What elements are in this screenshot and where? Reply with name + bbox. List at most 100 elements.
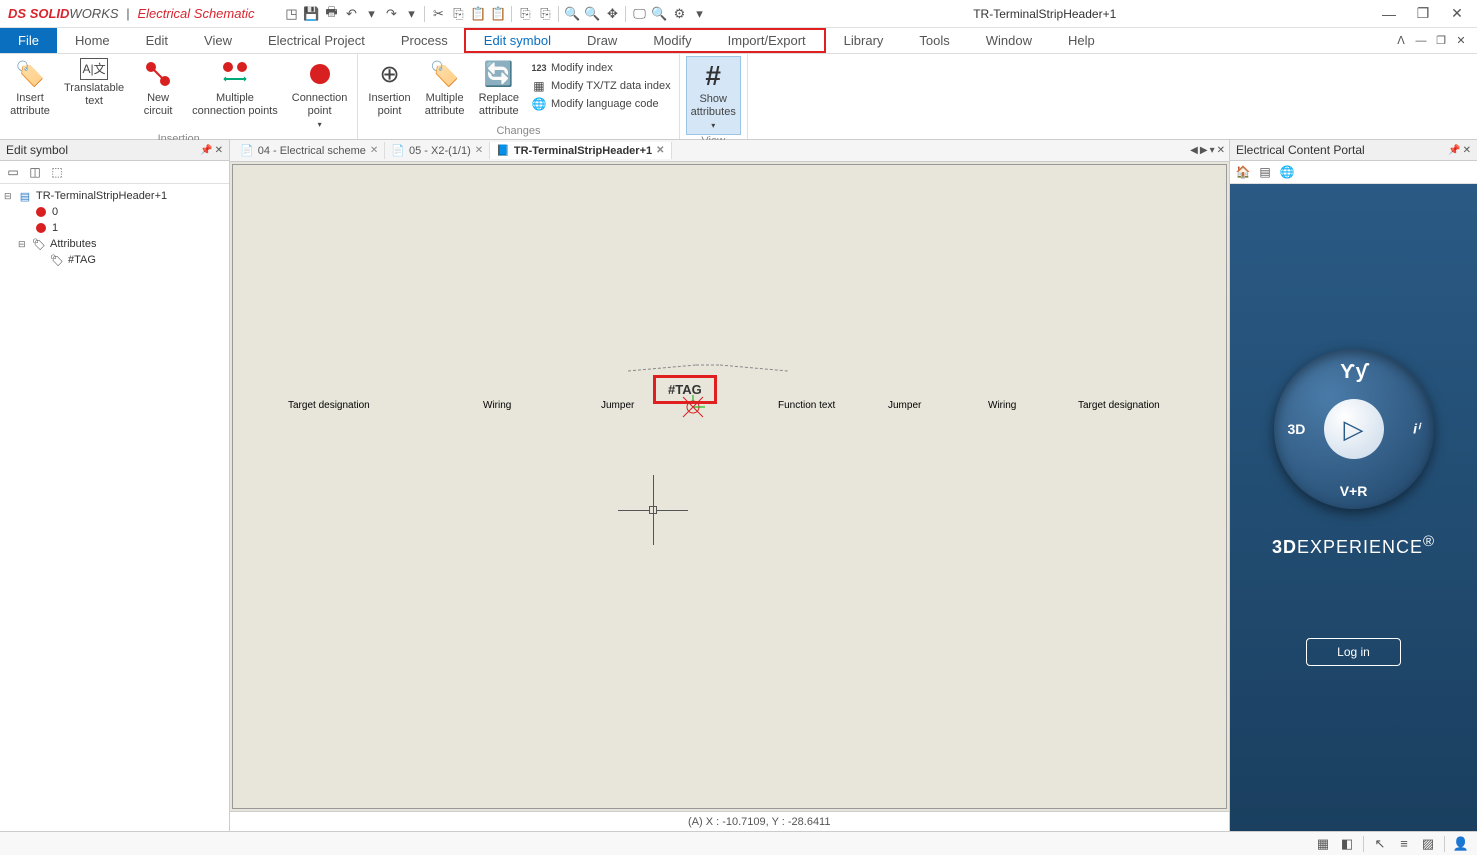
ortho-icon[interactable]: ◧: [1337, 835, 1357, 853]
compass-play-icon[interactable]: ▷: [1324, 399, 1384, 459]
multiple-connection-points-button[interactable]: Multiple connection points: [188, 56, 282, 120]
center-panel: 📄04 - Electrical scheme✕ 📄05 - X2-(1/1)✕…: [230, 140, 1229, 831]
qa-undo-menu-icon[interactable]: ▾: [362, 5, 380, 23]
modify-index-button[interactable]: 123Modify index: [531, 60, 671, 76]
show-attributes-button[interactable]: #Show attributes▾: [686, 56, 741, 135]
mdi-close-icon[interactable]: ✕: [1453, 34, 1469, 48]
tab-list-icon[interactable]: ▾: [1210, 145, 1215, 156]
connection-point-button[interactable]: Connection point▾: [288, 56, 352, 133]
tab-close-icon[interactable]: ✕: [370, 145, 378, 156]
panel-close-icon[interactable]: ✕: [215, 145, 223, 156]
insert-attribute-button[interactable]: 🏷️Insert attribute: [6, 56, 54, 120]
qa-cut-icon[interactable]: ✂: [429, 5, 447, 23]
logo-product: Electrical Schematic: [137, 6, 254, 21]
ribbon-collapse-icon[interactable]: ᐱ: [1393, 34, 1409, 48]
qa-zoom-icon[interactable]: 🔍: [563, 5, 581, 23]
tree-node-0[interactable]: 0: [4, 204, 225, 220]
minimize-button[interactable]: —: [1381, 6, 1397, 22]
lines-icon[interactable]: ≡: [1394, 835, 1414, 853]
ribbon-group-view: #Show attributes▾ View: [680, 54, 748, 139]
panel-tb-icon-3[interactable]: ⬚: [48, 164, 66, 180]
compass-west: 3D: [1288, 421, 1306, 437]
restore-button[interactable]: ❐: [1415, 6, 1431, 22]
menu-window[interactable]: Window: [968, 28, 1050, 53]
home-icon[interactable]: 🏠: [1234, 164, 1252, 180]
grid-icon[interactable]: ▦: [1313, 835, 1333, 853]
qa-copy2-icon[interactable]: ⎘: [516, 5, 534, 23]
qa-windows-icon[interactable]: ◳: [282, 5, 300, 23]
globe-icon[interactable]: 🌐: [1278, 164, 1296, 180]
drawing-canvas[interactable]: Target designation Wiring Jumper #TAG Fu…: [232, 164, 1227, 809]
multiple-attribute-button[interactable]: 🏷️Multiple attribute: [421, 56, 469, 120]
menu-process[interactable]: Process: [383, 28, 466, 53]
left-panel-title: Edit symbol: [6, 143, 68, 157]
menu-library[interactable]: Library: [826, 28, 902, 53]
snap-icon[interactable]: ▨: [1418, 835, 1438, 853]
qa-display-icon[interactable]: 🖵: [630, 5, 648, 23]
translatable-text-button[interactable]: A|文Translatable text: [60, 56, 128, 110]
qa-paste-icon[interactable]: 📋: [469, 5, 487, 23]
modify-lang-button[interactable]: 🌐Modify language code: [531, 96, 671, 112]
compass-north: Ƴƴ: [1340, 361, 1367, 384]
qa-pan-icon[interactable]: ✥: [603, 5, 621, 23]
label-wiring-left: Wiring: [483, 400, 511, 411]
replace-attribute-button[interactable]: 🔄Replace attribute: [475, 56, 523, 120]
menu-edit-symbol[interactable]: Edit symbol: [466, 30, 569, 51]
tree-attributes[interactable]: ⊟🏷Attributes: [4, 236, 225, 252]
panel-pin-icon[interactable]: 📌: [1448, 145, 1460, 156]
document-title: TR-TerminalStripHeader+1: [708, 7, 1381, 21]
tab-close-icon[interactable]: ✕: [475, 145, 483, 156]
tree-node-1[interactable]: 1: [4, 220, 225, 236]
menu-view[interactable]: View: [186, 28, 250, 53]
panel-pin-icon[interactable]: 📌: [200, 145, 212, 156]
qa-save-icon[interactable]: 💾: [302, 5, 320, 23]
menu-draw[interactable]: Draw: [569, 30, 635, 51]
list-icon[interactable]: ▤: [1256, 164, 1274, 180]
insertion-point-button[interactable]: ⊕Insertion point: [364, 56, 414, 120]
label-target-designation-left: Target designation: [288, 400, 370, 411]
tab-closeall-icon[interactable]: ✕: [1217, 145, 1225, 156]
symbol-tree[interactable]: ⊟▤TR-TerminalStripHeader+1 0 1 ⊟🏷Attribu…: [0, 184, 229, 831]
compass-icon[interactable]: Ƴƴ 3D iⁱ V+R ▷: [1274, 349, 1434, 509]
mdi-restore-icon[interactable]: ❐: [1433, 34, 1449, 48]
qa-undo-icon[interactable]: ↶: [342, 5, 360, 23]
tab-close-icon[interactable]: ✕: [656, 145, 664, 156]
cursor-icon[interactable]: ↖: [1370, 835, 1390, 853]
menu-electrical-project[interactable]: Electrical Project: [250, 28, 383, 53]
qa-copy-icon[interactable]: ⎘: [449, 5, 467, 23]
tree-tag[interactable]: 🏷#TAG: [4, 252, 225, 268]
qa-settings-icon[interactable]: ⚙: [670, 5, 688, 23]
qa-zoom-window-icon[interactable]: 🔍: [583, 5, 601, 23]
modify-txtz-button[interactable]: ▦Modify TX/TZ data index: [531, 78, 671, 94]
mdi-minimize-icon[interactable]: —: [1413, 34, 1429, 48]
menu-modify[interactable]: Modify: [635, 30, 709, 51]
qa-paste-special-icon[interactable]: 📋: [489, 5, 507, 23]
menu-import-export[interactable]: Import/Export: [710, 30, 824, 51]
menu-help[interactable]: Help: [1050, 28, 1113, 53]
menu-tools[interactable]: Tools: [901, 28, 967, 53]
user-icon[interactable]: 👤: [1451, 835, 1471, 853]
qa-customize-icon[interactable]: ▾: [690, 5, 708, 23]
panel-close-icon[interactable]: ✕: [1463, 145, 1471, 156]
tab-04[interactable]: 📄04 - Electrical scheme✕: [234, 142, 385, 159]
tab-prev-icon[interactable]: ◀: [1190, 145, 1198, 156]
panel-tb-icon-1[interactable]: ▭: [4, 164, 22, 180]
document-tab-bar: 📄04 - Electrical scheme✕ 📄05 - X2-(1/1)✕…: [230, 140, 1229, 162]
qa-redo-menu-icon[interactable]: ▾: [402, 5, 420, 23]
menu-edit[interactable]: Edit: [128, 28, 186, 53]
app-logo: DS SOLIDWORKS | Electrical Schematic: [0, 6, 262, 21]
qa-print-icon[interactable]: 🖶: [322, 5, 340, 23]
qa-zoom-extents-icon[interactable]: 🔍: [650, 5, 668, 23]
qa-redo-icon[interactable]: ↷: [382, 5, 400, 23]
close-button[interactable]: ✕: [1449, 6, 1465, 22]
tab-tr[interactable]: 📘TR-TerminalStripHeader+1✕: [490, 142, 671, 159]
tab-next-icon[interactable]: ▶: [1200, 145, 1208, 156]
new-circuit-button[interactable]: New circuit: [134, 56, 182, 120]
login-button[interactable]: Log in: [1306, 638, 1401, 666]
tab-05[interactable]: 📄05 - X2-(1/1)✕: [385, 142, 490, 159]
menu-home[interactable]: Home: [57, 28, 128, 53]
qa-paste2-icon[interactable]: ⎘: [536, 5, 554, 23]
tree-root[interactable]: ⊟▤TR-TerminalStripHeader+1: [4, 188, 225, 204]
file-menu[interactable]: File: [0, 28, 57, 53]
panel-tb-icon-2[interactable]: ◫: [26, 164, 44, 180]
